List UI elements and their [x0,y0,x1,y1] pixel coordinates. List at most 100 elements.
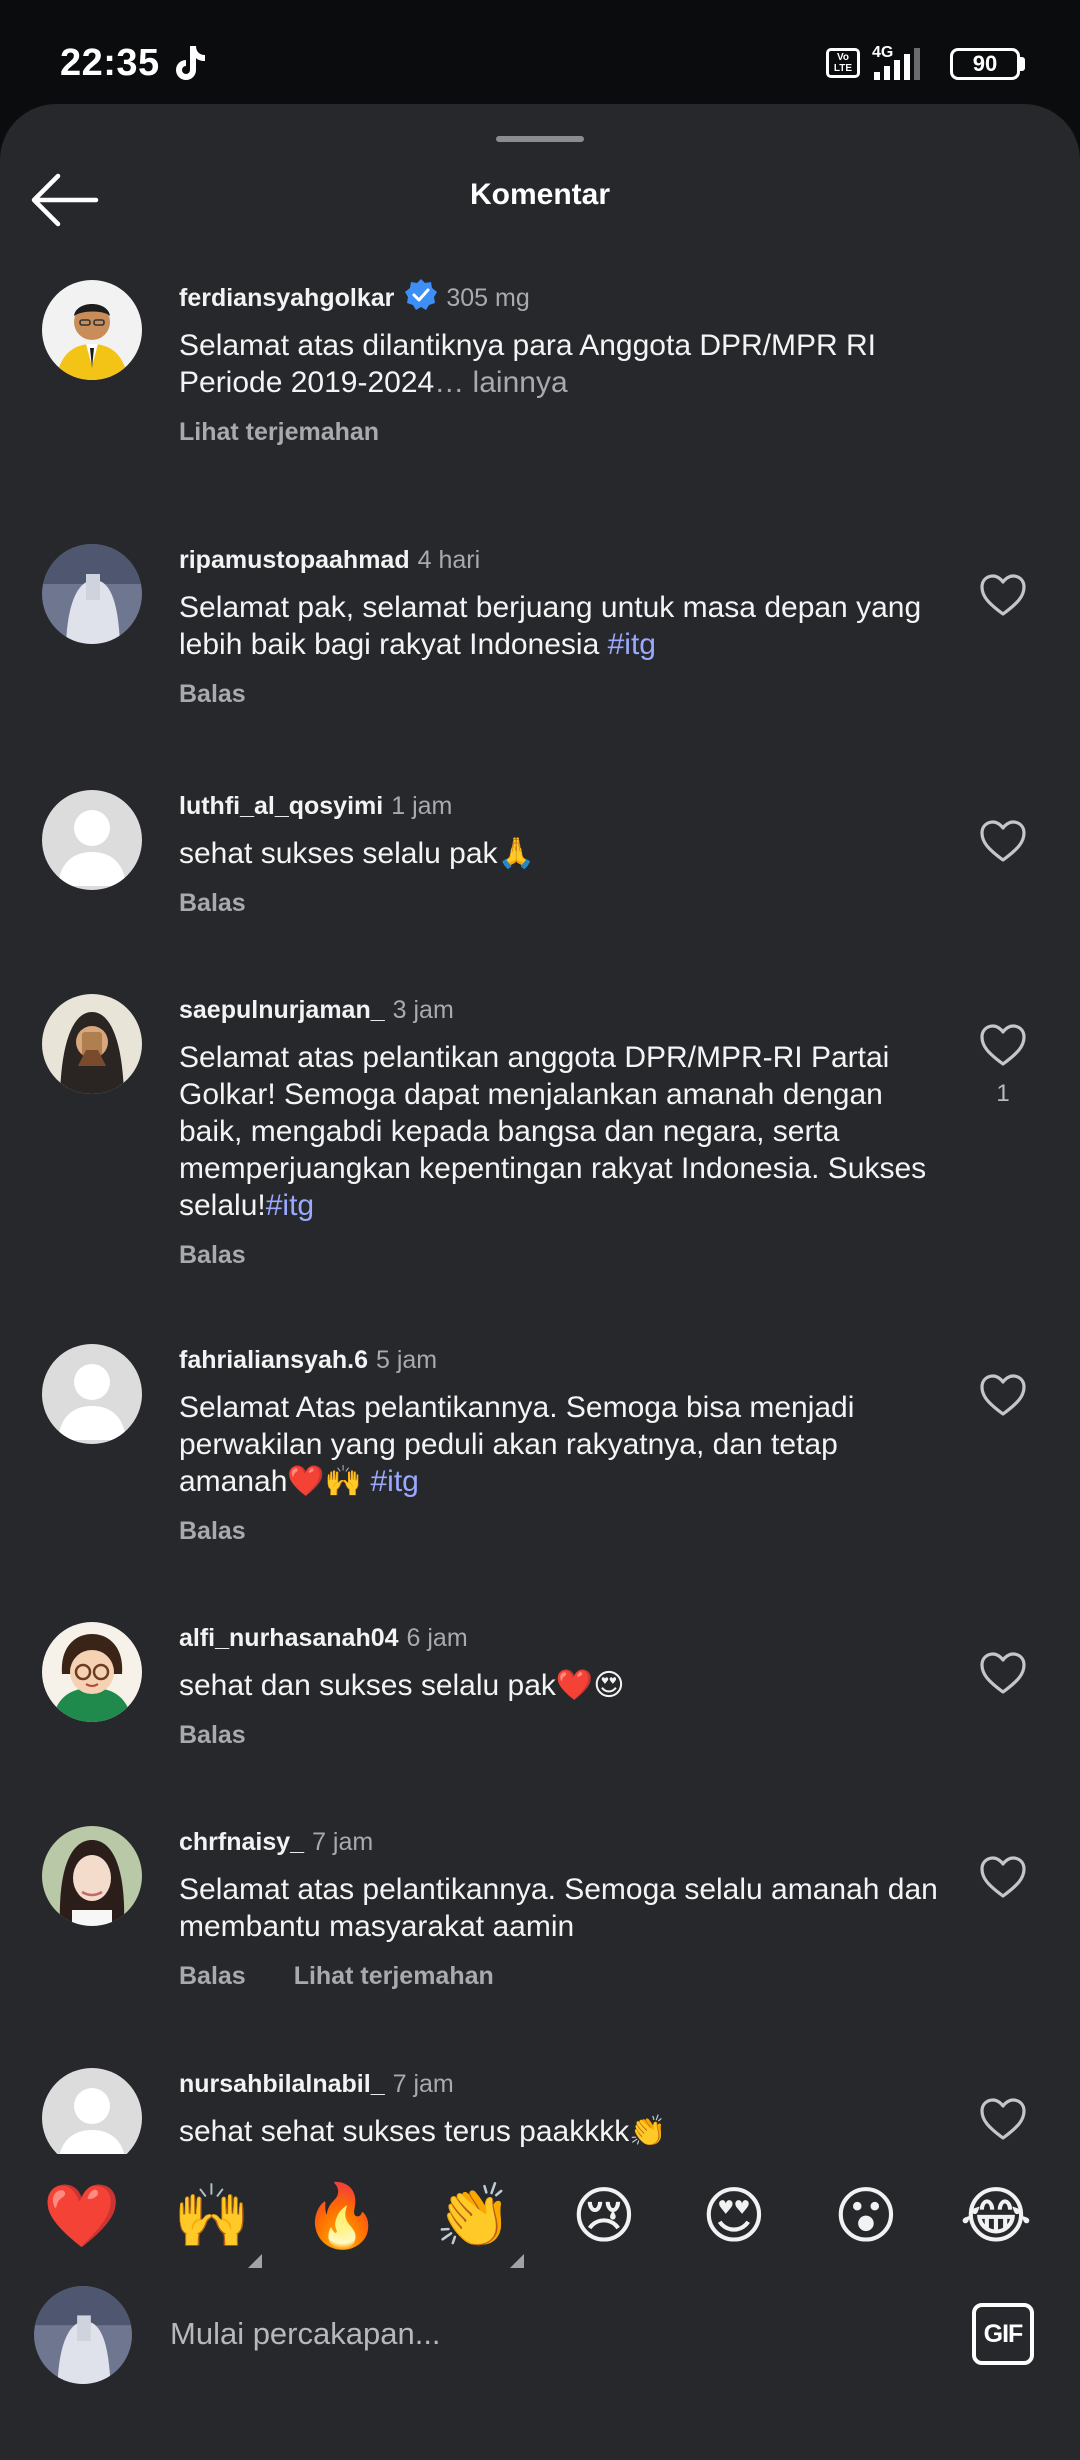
comment-time: 7 jam [312,1828,374,1856]
comment-text: Selamat pak, selamat berjuang untuk masa… [179,589,939,663]
comment-body: luthfi_al_qosyimi 1 jam sehat sukses sela… [179,790,939,919]
verified-badge-icon [405,279,438,310]
hashtag-link[interactable]: #itg [266,1189,314,1222]
avatar[interactable] [42,280,142,380]
comment-username[interactable]: alfi_nurhasanah04 [179,1624,399,1652]
reply-button[interactable]: Balas [179,1721,246,1749]
comment-actions: Balas Lihat terjemahan [179,1960,939,1992]
comment-username[interactable]: nursahbilalnabil_ [179,2070,385,2098]
default-avatar-icon [42,1344,142,1444]
avatar-image [42,280,142,380]
comment-actions: Lihat terjemahan [179,416,939,448]
comment-actions: Balas [179,678,939,710]
comment-header: nursahbilalnabil_ 7 jam [179,2068,939,2100]
hashtag-link[interactable]: #itg [608,628,656,661]
heart-outline-icon[interactable] [978,818,1028,864]
reply-button[interactable]: Balas [179,1241,246,1269]
avatar-image [42,994,142,1094]
avatar[interactable] [42,2068,142,2168]
reply-button[interactable]: Balas [179,680,246,708]
reply-button[interactable]: Balas [179,1517,246,1545]
comment-username[interactable]: saepulnurjaman_ [179,996,385,1024]
raising-hands-icon[interactable]: 🙌 [172,2176,252,2256]
comment-text-content: sehat sukses selalu pak🙏 [179,837,535,870]
see-translation-link[interactable]: Lihat terjemahan [179,418,379,446]
comment-time: 1 jam [391,792,453,820]
default-avatar-icon [42,2068,142,2168]
comment-text: sehat sukses selalu pak🙏 [179,835,939,872]
hashtag-link[interactable]: #itg [370,1465,418,1498]
comment-actions: Balas [179,1515,939,1547]
skin-tone-more-icon[interactable] [248,2254,262,2268]
navigation-bar [0,2400,1080,2460]
crying-face-icon[interactable]: 😢 [564,2176,644,2256]
comment-header: alfi_nurhasanah04 6 jam [179,1622,939,1654]
avatar[interactable] [42,1622,142,1722]
comment-composer: GIF [0,2274,1080,2400]
clapping-hands-icon[interactable]: 👏 [434,2176,514,2256]
battery-icon: 90 [950,48,1020,80]
gif-button[interactable]: GIF [972,2303,1034,2365]
comment-actions: Balas [179,1239,939,1271]
volte-icon: Vo LTE [826,48,860,78]
skin-tone-more-icon[interactable] [510,2254,524,2268]
network-type-label: 4G [872,44,894,61]
comment-header: chrfnaisy_ 7 jam [179,1826,939,1858]
status-time: 22:35 [60,42,160,84]
surprised-face-icon[interactable]: 😮 [826,2176,906,2256]
avatar[interactable] [42,994,142,1094]
comment-text: Selamat atas pelantikannya. Semoga selal… [179,1871,939,1945]
avatar[interactable] [42,1826,142,1926]
heart-outline-icon[interactable] [978,572,1028,618]
tears-of-joy-icon[interactable]: 😂 [956,2176,1036,2256]
avatar[interactable] [42,428,142,528]
comment-body: saepulnurjaman_ 3 jam Selamat atas pelant… [179,994,939,1271]
comment-body: ripamustopaahmad 4 hari Selamat pak, sela… [179,544,939,710]
see-translation-link[interactable]: Lihat terjemahan [294,1962,494,1990]
status-bar: 22:35 Vo LTE 4G 90 [0,0,1080,110]
heart-outline-icon[interactable] [978,1854,1028,1900]
comment-text: sehat dan sukses selalu pak❤️😍 [179,1667,939,1704]
heart-outline-icon[interactable] [978,2096,1028,2142]
comment-actions: Balas [179,887,939,919]
quick-reaction-bar: ❤️ 🙌 🔥 👏 😢 😍 😮 😂 [0,2154,1080,2274]
comment-actions: Balas [179,1719,939,1751]
avatar[interactable] [42,544,142,644]
comment-text: sehat sehat sukses terus paakkkk👏 [179,2113,939,2150]
comment-time: 7 jam [392,2070,454,2098]
comment-body: chrfnaisy_ 7 jam Selamat atas pelantikann… [179,1826,939,1992]
my-avatar [34,2286,132,2384]
comment-time: 4 hari [417,546,481,574]
comment-username[interactable]: ferdiansyahgolkar [179,284,394,312]
comment-text: Selamat atas pelantikan anggota DPR/MPR-… [179,1039,939,1224]
reply-button[interactable]: Balas [179,1962,246,1990]
comment-input[interactable] [170,2304,930,2364]
comment-username[interactable]: fahrialiansyah.6 [179,1346,368,1374]
fire-icon[interactable]: 🔥 [302,2176,382,2256]
reply-button[interactable]: Balas [179,889,246,917]
heart-outline-icon[interactable] [978,1372,1028,1418]
avatar-image [34,2286,132,2384]
sheet-title: Komentar [469,178,611,211]
more-link[interactable]: … lainnya [434,366,567,399]
comment-text-content: Selamat pak, selamat berjuang untuk masa… [179,591,922,661]
avatar[interactable] [42,1344,142,1444]
comment-header: luthfi_al_qosyimi 1 jam [179,790,939,822]
red-heart-icon[interactable]: ❤️ [42,2176,122,2256]
comment-username[interactable]: luthfi_al_qosyimi [179,792,383,820]
comment-username[interactable]: ripamustopaahmad [179,546,410,574]
avatar[interactable] [42,790,142,890]
heart-outline-icon[interactable] [978,1650,1028,1696]
comment-header: saepulnurjaman_ 3 jam [179,994,939,1026]
comment-time: 6 jam [406,1624,468,1652]
comment-text-content: sehat dan sukses selalu pak❤️😍 [179,1669,625,1702]
battery-level: 90 [972,51,998,76]
heart-eyes-icon[interactable]: 😍 [694,2176,774,2256]
heart-outline-icon[interactable] [978,1022,1028,1068]
drag-handle[interactable] [496,136,584,142]
comment-time: 305 mg [446,284,530,312]
comment-header: fahrialiansyah.6 5 jam [179,1344,939,1376]
comment-username[interactable]: chrfnaisy_ [179,1828,304,1856]
like-count: 1 [996,1080,1010,1107]
battery-tip [1020,57,1025,71]
